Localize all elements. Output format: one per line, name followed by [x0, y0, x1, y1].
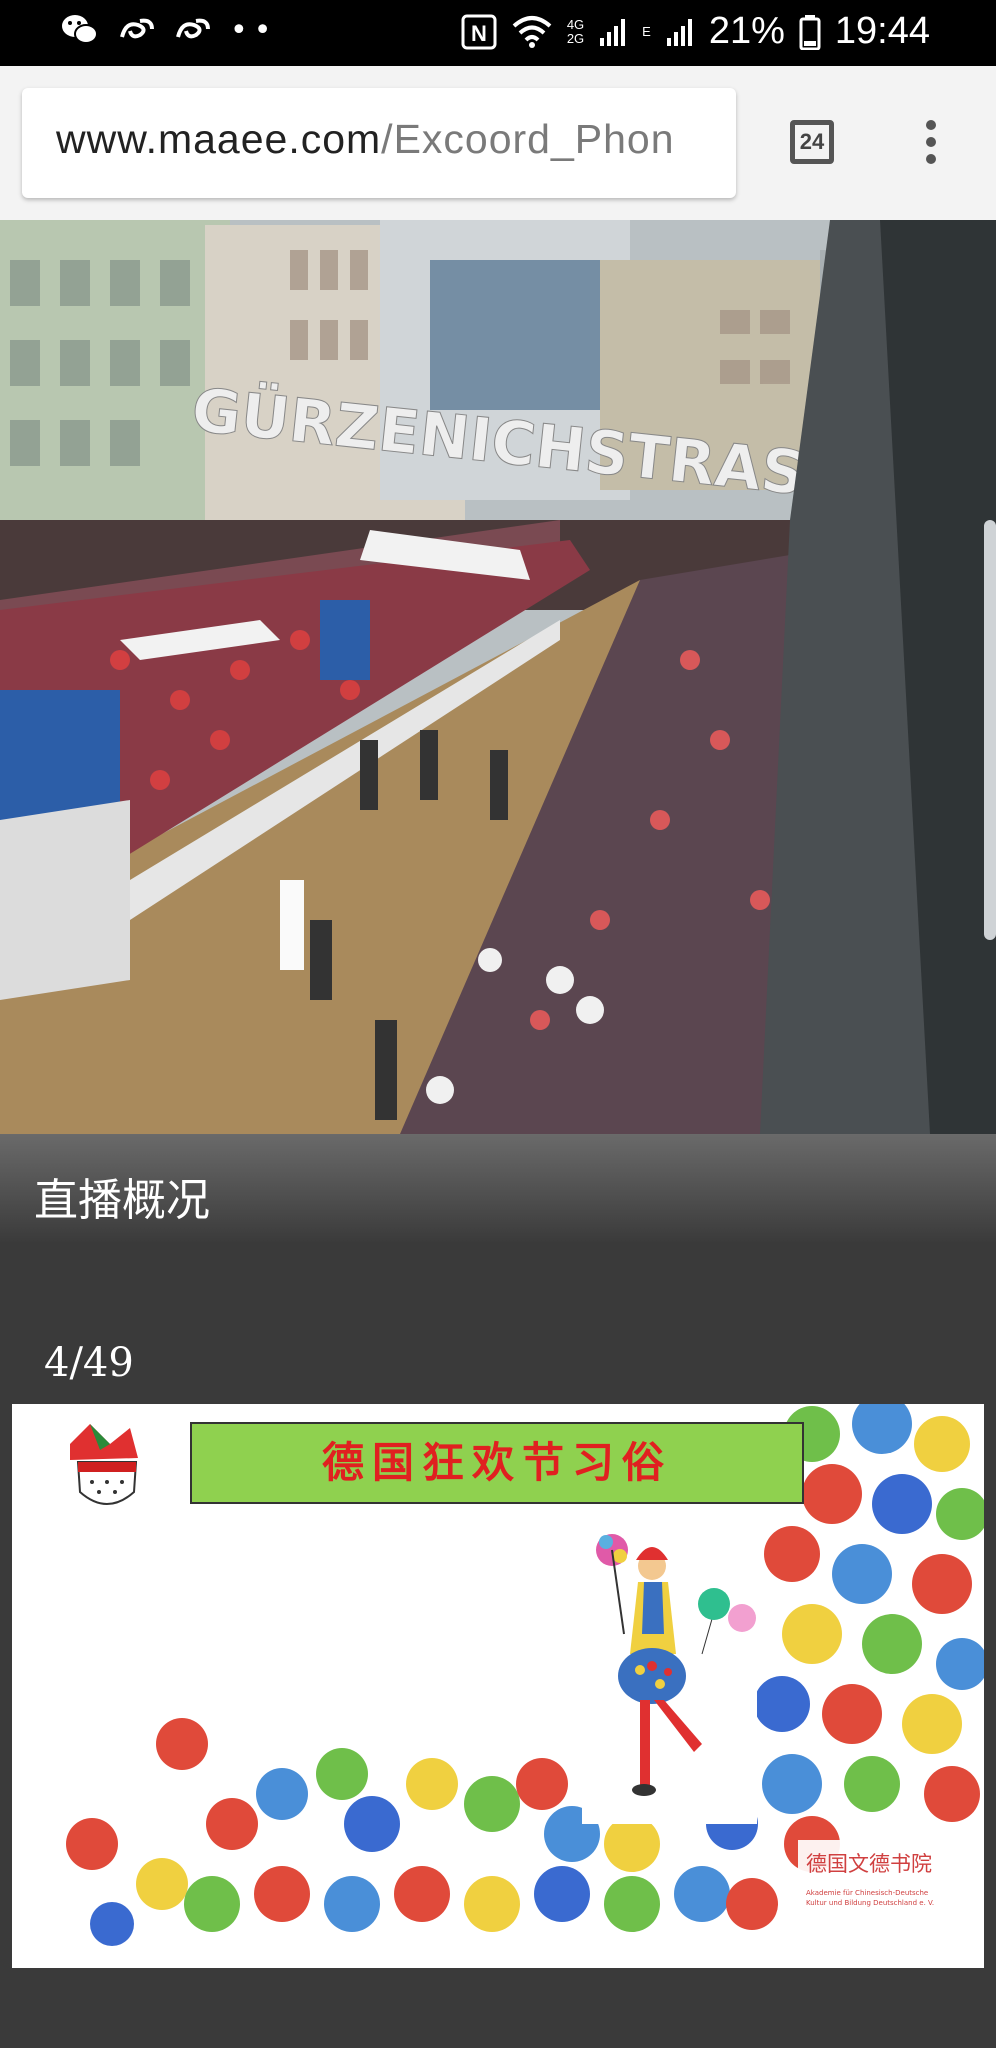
url-path: /Excoord_Phon	[381, 116, 675, 162]
organization-subtitle: Akademie für Chinesisch-Deutsche Kultur …	[806, 1889, 935, 1907]
network-type: 4G 2G	[566, 16, 585, 46]
wifi-icon	[512, 15, 552, 48]
battery-icon	[799, 14, 821, 50]
more-dots-icon: ••	[230, 12, 278, 48]
network-e: E	[642, 23, 651, 39]
section-header: 直播概况	[0, 1134, 996, 1244]
system-icons: N 4G 2G E 21% 19:44	[461, 10, 930, 53]
clown-illustration	[582, 1524, 757, 1824]
browser-toolbar: www.maaee.com/Excoord_Phon 24	[0, 66, 996, 220]
signal-icon	[666, 18, 692, 46]
organization-name: 德国文德书院	[806, 1852, 932, 1876]
video-frame: GÜRZENICHSTRASSE	[0, 220, 996, 1134]
battery-percent: 21%	[708, 10, 785, 52]
presentation-slide[interactable]: 德国狂欢节习俗 德国文德书院 Akademie für Chinesisch-D…	[12, 1404, 984, 1968]
url-text: www.maaee.com/Excoord_Phon	[56, 116, 675, 163]
jester-crest-logo	[70, 1424, 138, 1505]
slide-title: 德国狂欢节习俗	[190, 1422, 804, 1504]
wechat-icon	[62, 15, 98, 44]
live-video[interactable]: GÜRZENICHSTRASSE	[0, 220, 996, 1134]
organization-label: 德国文德书院 Akademie für Chinesisch-Deutsche …	[798, 1840, 952, 1930]
swirl-icon	[120, 18, 154, 39]
overflow-menu-icon[interactable]	[916, 120, 946, 170]
signal-icon	[600, 18, 626, 46]
status-bar: •• N 4G 2G E 21% 19:44	[0, 0, 996, 66]
svg-text:N: N	[471, 21, 487, 46]
url-domain: www.maaee.com	[56, 116, 382, 162]
tab-switcher-button[interactable]: 24	[790, 120, 834, 164]
swirl-icon	[176, 18, 210, 39]
notification-icons: ••	[60, 12, 277, 48]
section-title: 直播概况	[34, 1175, 210, 1226]
nfc-icon: N	[461, 14, 497, 49]
clock: 19:44	[834, 10, 930, 52]
slide-page-counter: 4/49	[44, 1340, 134, 1386]
address-bar[interactable]: www.maaee.com/Excoord_Phon	[22, 88, 736, 198]
